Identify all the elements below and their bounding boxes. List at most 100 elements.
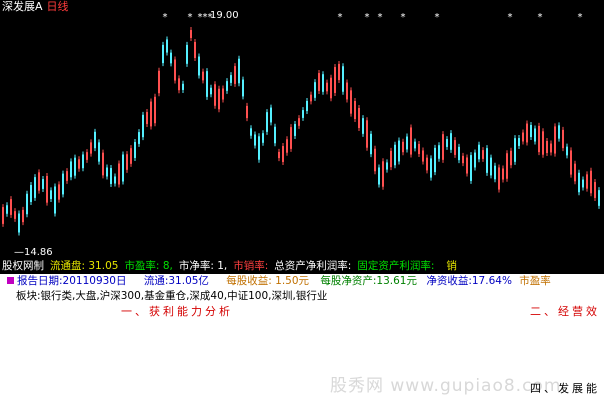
- candle-body: [210, 87, 212, 95]
- event-marker-icon[interactable]: *: [338, 12, 343, 23]
- candle-body: [190, 30, 192, 38]
- event-marker-icon[interactable]: *: [378, 12, 383, 23]
- candle-body: [350, 90, 352, 114]
- roe: 净资收益:17.64%: [426, 275, 512, 287]
- candle-body: [478, 144, 480, 160]
- indicator-2: 市盈率: 8,: [124, 260, 173, 272]
- candle-body: [358, 108, 360, 128]
- candle-body: [450, 133, 452, 150]
- event-marker-icon[interactable]: *: [578, 12, 583, 23]
- candle-body: [206, 71, 208, 97]
- candle-body: [558, 125, 560, 139]
- min-price-label: —14.86: [14, 247, 53, 258]
- period-label[interactable]: 日线: [47, 0, 69, 13]
- candle-body: [346, 82, 348, 100]
- candle-body: [334, 67, 336, 93]
- candle-body: [270, 107, 272, 123]
- candle-body: [274, 126, 276, 144]
- candle-body: [142, 114, 144, 138]
- report-date: 报告日期:20110930日: [17, 275, 127, 287]
- candle-body: [250, 128, 252, 136]
- candle-body: [522, 132, 524, 142]
- candle-body: [266, 112, 268, 132]
- candle-body: [302, 110, 304, 118]
- candle-body: [46, 176, 48, 203]
- candle-body: [422, 150, 424, 162]
- kline-chart[interactable]: * * * * * * * * * * * * *: [0, 0, 604, 260]
- candle-body: [486, 148, 488, 173]
- candle-body: [474, 152, 476, 168]
- event-marker-icon[interactable]: *: [365, 12, 370, 23]
- report-square-icon: [7, 277, 14, 284]
- candle-body: [554, 126, 556, 154]
- candle-body: [6, 205, 8, 214]
- indicator-3: 市净率: 1,: [178, 260, 228, 272]
- candle-body: [118, 163, 120, 185]
- eps: 每股收益: 1.50元: [226, 275, 310, 287]
- event-marker-icon[interactable]: *: [401, 12, 406, 23]
- candle-body: [246, 105, 248, 119]
- pe: 市盈率: [519, 275, 551, 287]
- candle-body: [110, 168, 112, 184]
- candle-body: [414, 141, 416, 149]
- event-marker-icon[interactable]: *: [163, 12, 168, 23]
- candle-body: [18, 213, 20, 233]
- candle-body: [26, 193, 28, 215]
- candle-body: [446, 139, 448, 147]
- candle-body: [90, 142, 92, 154]
- candle-body: [258, 136, 260, 160]
- section-operation-heading: 二、经营效: [530, 305, 600, 318]
- candle-body: [98, 142, 100, 162]
- candle-body: [582, 179, 584, 188]
- candle-body: [194, 41, 196, 59]
- candle-body: [502, 168, 504, 180]
- candle-body: [162, 44, 164, 64]
- candle-body: [530, 124, 532, 138]
- chart-title: 深发展A 日线: [2, 1, 69, 12]
- candle-body: [442, 134, 444, 160]
- candle-body: [418, 143, 420, 155]
- report-row: 报告日期:20110930日 流通:31.05亿 每股收益: 1.50元 每股净…: [7, 276, 551, 287]
- candle-body: [106, 167, 108, 177]
- candle-body: [282, 146, 284, 162]
- candle-body: [326, 82, 328, 92]
- candle-body: [42, 179, 44, 189]
- candle-body: [538, 125, 540, 153]
- candle-body: [518, 138, 520, 146]
- candle-body: [242, 79, 244, 97]
- candle-body: [578, 172, 580, 193]
- candle-body: [526, 123, 528, 143]
- event-marker-icon[interactable]: *: [435, 12, 440, 23]
- candle-body: [306, 100, 308, 112]
- candle-body: [138, 132, 140, 144]
- candle-body: [70, 161, 72, 178]
- candle-body: [462, 155, 464, 164]
- candle-body: [430, 158, 432, 178]
- candle-body: [402, 141, 404, 153]
- candle-body: [58, 184, 60, 200]
- event-marker-icon[interactable]: *: [188, 12, 193, 23]
- candle-body: [102, 152, 104, 176]
- candle-body: [310, 94, 312, 102]
- candle-body: [598, 190, 600, 206]
- indicator-0: 股权网制: [2, 260, 44, 272]
- event-marker-icon[interactable]: *: [538, 12, 543, 23]
- navps: 每股净资产:13.61元: [320, 275, 417, 287]
- candle-body: [78, 159, 80, 169]
- candle-body: [38, 172, 40, 191]
- candle-body: [218, 88, 220, 110]
- max-price-label: 19.00: [210, 10, 239, 21]
- indicator-6: 固定资产利润率:: [357, 260, 435, 272]
- candle-body: [562, 129, 564, 149]
- candle-body: [590, 170, 592, 194]
- candle-body: [22, 209, 24, 223]
- indicator-8: 销: [446, 260, 457, 272]
- section-profit-heading: 一、获利能力分析: [121, 305, 233, 318]
- candle-body: [542, 131, 544, 155]
- candle-body: [438, 145, 440, 159]
- candle-body: [362, 118, 364, 134]
- event-marker-icon[interactable]: *: [508, 12, 513, 23]
- candle-body: [126, 154, 128, 170]
- candle-body: [234, 66, 236, 84]
- candle-body: [314, 82, 316, 98]
